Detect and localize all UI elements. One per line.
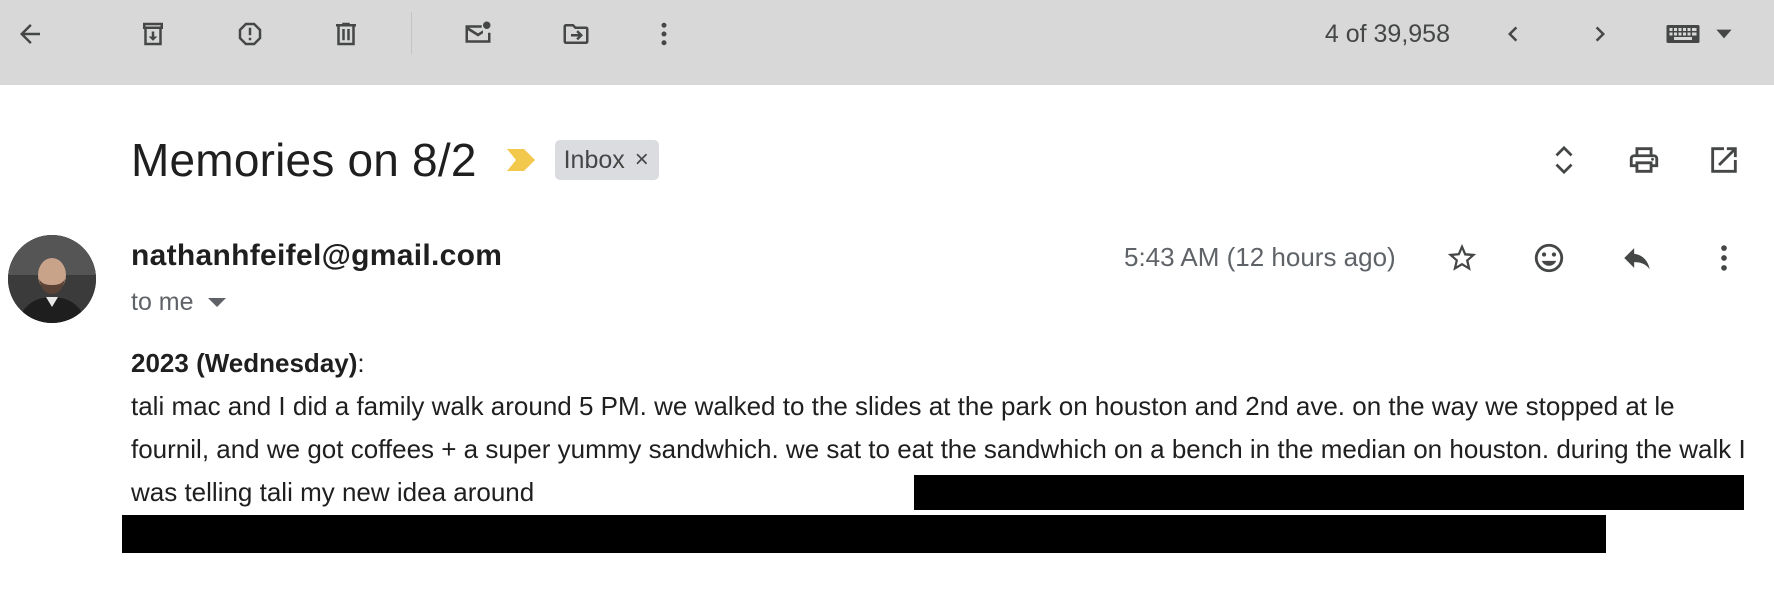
delete-icon[interactable] bbox=[326, 14, 366, 54]
expand-all-icon[interactable] bbox=[1542, 138, 1586, 182]
body-date-suffix: : bbox=[357, 348, 365, 378]
email-subject: Memories on 8/2 bbox=[131, 134, 477, 186]
older-icon[interactable] bbox=[1580, 14, 1620, 54]
back-arrow-icon[interactable] bbox=[10, 14, 50, 54]
label-chip-inbox: Inbox × bbox=[554, 140, 659, 180]
recipient-text: to me bbox=[131, 288, 194, 316]
importance-marker-icon[interactable] bbox=[506, 149, 535, 171]
dropdown-icon[interactable] bbox=[1706, 14, 1742, 54]
toolbar: 4 of 39,958 bbox=[0, 0, 1774, 85]
report-spam-icon[interactable] bbox=[230, 14, 270, 54]
remove-label-icon[interactable]: × bbox=[635, 146, 649, 174]
sender-avatar[interactable] bbox=[8, 235, 96, 323]
redaction-bar bbox=[914, 475, 1744, 510]
label-chip-text: Inbox bbox=[563, 145, 625, 174]
redaction-bar bbox=[122, 515, 1606, 553]
newer-icon[interactable] bbox=[1493, 14, 1533, 54]
star-icon[interactable] bbox=[1440, 236, 1484, 280]
more-vert-icon[interactable] bbox=[644, 14, 684, 54]
email-timestamp: 5:43 AM (12 hours ago) bbox=[1124, 242, 1396, 272]
message-counter: 4 of 39,958 bbox=[1324, 20, 1450, 48]
body-date-line: 2023 (Wednesday): bbox=[131, 342, 1751, 385]
subject-row: Memories on 8/2 Inbox × bbox=[131, 128, 659, 192]
reply-icon[interactable] bbox=[1615, 236, 1659, 280]
show-details-icon[interactable] bbox=[207, 297, 226, 307]
open-in-new-window-icon[interactable] bbox=[1702, 138, 1746, 182]
move-to-icon[interactable] bbox=[556, 14, 596, 54]
recipient-line: to me bbox=[131, 286, 226, 318]
body-date-heading: 2023 (Wednesday) bbox=[131, 348, 358, 378]
toolbar-divider bbox=[411, 12, 412, 54]
sender-email: nathanhfeifel@gmail.com bbox=[131, 239, 503, 272]
keyboard-icon[interactable] bbox=[1661, 14, 1705, 54]
mark-unread-icon[interactable] bbox=[458, 14, 498, 54]
print-icon[interactable] bbox=[1622, 138, 1666, 182]
more-options-icon[interactable] bbox=[1702, 236, 1746, 280]
archive-icon[interactable] bbox=[133, 14, 173, 54]
add-reaction-icon[interactable] bbox=[1527, 236, 1571, 280]
